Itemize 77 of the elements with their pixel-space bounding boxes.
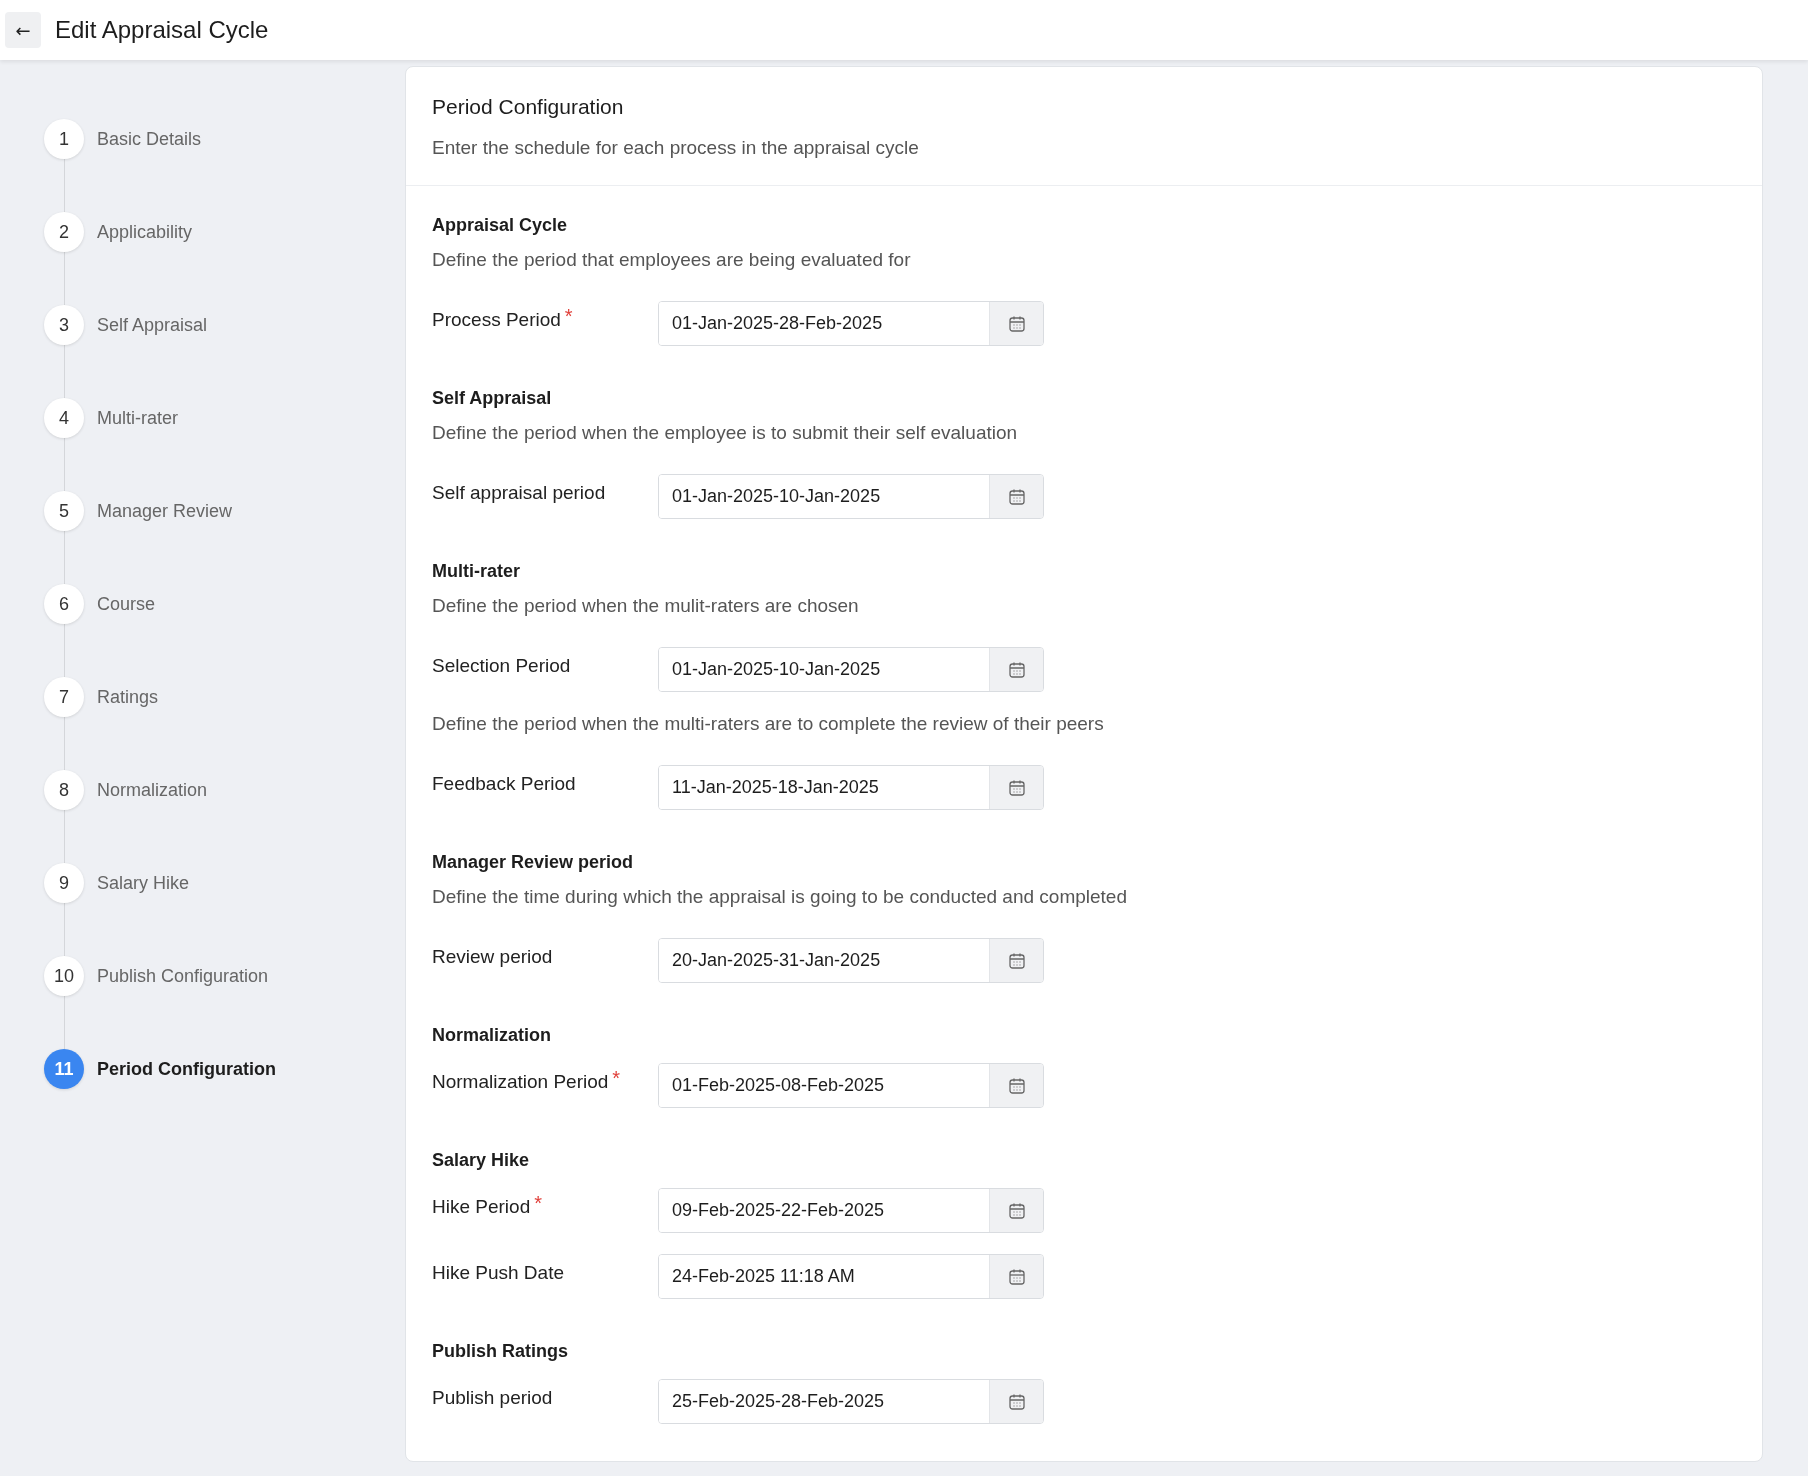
section-description: Define the period that employees are being evaluated for — [432, 248, 912, 272]
step-link[interactable]: Normalization — [97, 779, 208, 801]
panel-description: Enter the schedule for each process in the appraisal cycle — [432, 136, 920, 160]
step-number: 10 — [44, 956, 84, 996]
calendar-icon — [1007, 1076, 1026, 1095]
step-link[interactable]: Period Configuration — [97, 1058, 276, 1080]
field-label: Review period — [432, 946, 553, 968]
section-title: Publish Ratings — [432, 1340, 569, 1363]
step-number: 7 — [44, 677, 84, 717]
date-range-field[interactable]: 01-Jan-2025-28-Feb-2025 — [658, 301, 1044, 346]
panel-title: Period Configuration — [432, 94, 625, 120]
field-label: Hike Period — [432, 1196, 531, 1218]
date-range-field[interactable]: 09-Feb-2025-22-Feb-2025 — [658, 1188, 1044, 1233]
section-title: Salary Hike — [432, 1149, 531, 1172]
step-link[interactable]: Basic Details — [97, 128, 202, 150]
section-description: Define the period when the multi-raters are to complete the review of their peers — [432, 712, 1105, 736]
section-title: Self Appraisal — [432, 387, 553, 410]
calendar-icon — [1007, 487, 1026, 506]
step-link[interactable]: Manager Review — [97, 500, 233, 522]
field-label: Publish period — [432, 1387, 553, 1409]
calendar-button[interactable] — [989, 1380, 1043, 1423]
step-link[interactable]: Self Appraisal — [97, 314, 208, 336]
date-range-field[interactable]: 01-Jan-2025-10-Jan-2025 — [658, 647, 1044, 692]
page-title: Edit Appraisal Cycle — [55, 16, 269, 44]
step-number: 3 — [44, 305, 84, 345]
section-description: Define the time during which the appraisal is going to be conducted and completed — [432, 885, 1128, 909]
step-number: 9 — [44, 863, 84, 903]
date-range-field[interactable]: 24-Feb-2025 11:18 AM — [658, 1254, 1044, 1299]
step-number: 4 — [44, 398, 84, 438]
step-link[interactable]: Course — [97, 593, 156, 615]
field-label: Normalization Period — [432, 1071, 609, 1093]
calendar-button[interactable] — [989, 1255, 1043, 1298]
required-mark: * — [564, 309, 573, 323]
date-range-field[interactable]: 25-Feb-2025-28-Feb-2025 — [658, 1379, 1044, 1424]
date-range-field[interactable]: 01-Feb-2025-08-Feb-2025 — [658, 1063, 1044, 1108]
step-number: 1 — [44, 119, 84, 159]
section-title: Manager Review period — [432, 851, 635, 874]
back-button[interactable]: ← — [5, 12, 41, 48]
required-mark: * — [612, 1071, 621, 1085]
calendar-button[interactable] — [989, 302, 1043, 345]
date-range-field[interactable]: 01-Jan-2025-10-Jan-2025 — [658, 474, 1044, 519]
step-link[interactable]: Ratings — [97, 686, 159, 708]
date-range-field[interactable]: 11-Jan-2025-18-Jan-2025 — [658, 765, 1044, 810]
section-description: Define the period when the mulit-raters are chosen — [432, 594, 860, 618]
calendar-icon — [1007, 1392, 1026, 1411]
section-title: Appraisal Cycle — [432, 214, 569, 237]
step-number: 5 — [44, 491, 84, 531]
calendar-icon — [1007, 951, 1026, 970]
calendar-icon — [1007, 314, 1026, 333]
step-link[interactable]: Publish Configuration — [97, 965, 269, 987]
calendar-icon — [1007, 1267, 1026, 1286]
date-range-field[interactable]: 20-Jan-2025-31-Jan-2025 — [658, 938, 1044, 983]
field-label: Selection Period — [432, 655, 571, 677]
section-title: Multi-rater — [432, 560, 521, 583]
calendar-icon — [1007, 660, 1026, 679]
step-number: 8 — [44, 770, 84, 810]
field-label: Hike Push Date — [432, 1262, 564, 1284]
section-title: Normalization — [432, 1024, 552, 1047]
calendar-button[interactable] — [989, 1189, 1043, 1232]
step-link[interactable]: Multi-rater — [97, 407, 178, 429]
field-label: Self appraisal period — [432, 482, 606, 504]
calendar-button[interactable] — [989, 766, 1043, 809]
field-label: Feedback Period — [432, 773, 576, 795]
calendar-icon — [1007, 1201, 1026, 1220]
step-number: 11 — [44, 1049, 84, 1089]
section-description: Define the period when the employee is to submit their self evaluation — [432, 421, 1019, 445]
step-link[interactable]: Salary Hike — [97, 872, 190, 894]
field-label: Process Period — [432, 309, 561, 331]
calendar-button[interactable] — [989, 648, 1043, 691]
required-mark: * — [534, 1196, 542, 1210]
calendar-button[interactable] — [989, 1064, 1043, 1107]
step-number: 6 — [44, 584, 84, 624]
calendar-icon — [1007, 778, 1026, 797]
step-number: 2 — [44, 212, 84, 252]
step-link[interactable]: Applicability — [97, 221, 193, 243]
calendar-button[interactable] — [989, 939, 1043, 982]
calendar-button[interactable] — [989, 475, 1043, 518]
